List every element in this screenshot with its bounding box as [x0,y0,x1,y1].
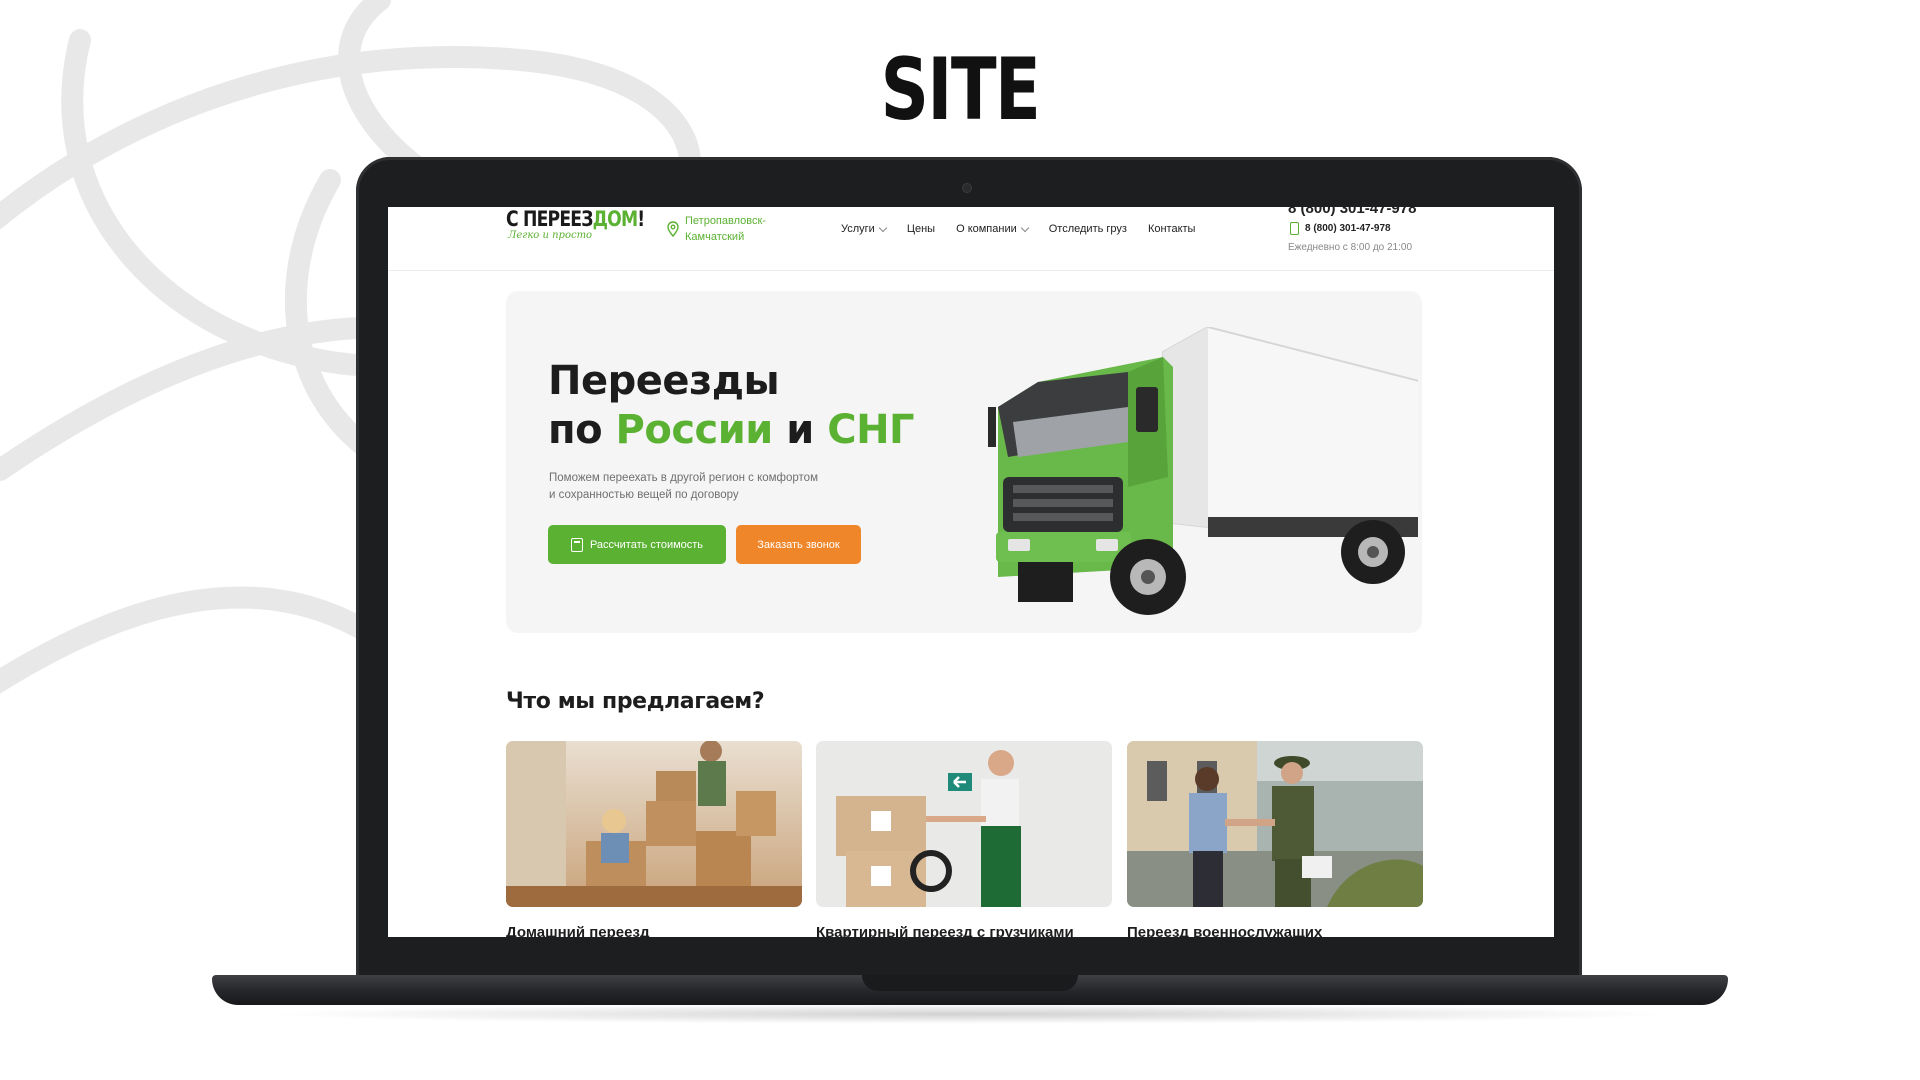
site-logo[interactable]: С ПЕРЕЕЗДОМ! Легко и просто [506,207,675,241]
logo-tagline: Легко и просто [508,230,593,241]
truck-image [988,327,1418,615]
services-heading: Что мы предлагаем? [506,689,765,714]
hero-subtitle: Поможем переехать в другой регион с комф… [549,472,818,501]
location-selector[interactable]: Петропавловск- Камчатский [667,213,785,245]
service-card-military-move[interactable]: Переезд военнослужащих [1127,741,1423,937]
phone-secondary[interactable]: 8 (800) 301-47-978 [1290,222,1416,235]
request-call-button[interactable]: Заказать звонок [736,525,861,564]
card-title: Домашний переезд [506,924,650,937]
phone-icon [1290,222,1299,235]
calculator-icon [570,537,583,552]
nav-about[interactable]: О компании [956,223,1029,235]
laptop-notch [862,975,1078,991]
service-card-home-move[interactable]: Домашний переезд [506,740,802,937]
chevron-down-icon [878,223,888,232]
camera-icon [963,184,971,192]
phone-main[interactable]: 8 (800) 301-47-978 [1288,207,1416,217]
site-header: С ПЕРЕЕЗДОМ! Легко и просто Петропавловс… [388,207,1554,271]
nav-contacts[interactable]: Контакты [1148,223,1196,235]
working-hours: Ежедневно с 8:00 до 21:00 [1288,242,1413,253]
nav-services[interactable]: Услуги [841,223,888,235]
military-move-image [1127,741,1423,907]
hero-title: Переезды по России и СНГ [548,358,915,453]
calculate-cost-button[interactable]: Рассчитать стоимость [548,525,726,564]
nav-track-cargo[interactable]: Отследить груз [1049,223,1127,235]
nav-prices[interactable]: Цены [907,223,935,235]
chevron-down-icon [1020,223,1029,232]
service-card-apartment-move[interactable]: Квартирный переезд с грузчиками [816,741,1112,937]
showcase-title: SITE [880,40,1041,140]
laptop-shadow [260,1004,1680,1024]
home-move-image [506,740,802,907]
apartment-move-image [816,741,1112,907]
header-contact: 8 (800) 301-47-978 8 (800) 301-47-978 Еж… [1288,207,1416,253]
card-title: Квартирный переезд с грузчиками [816,924,1074,937]
location-pin-icon [667,221,679,237]
laptop-screen: С ПЕРЕЕЗДОМ! Легко и просто Петропавловс… [388,207,1554,937]
card-title: Переезд военнослужащих [1127,924,1323,937]
location-city: Петропавловск- Камчатский [685,215,766,243]
main-nav: Услуги Цены О компании Отследить груз Ко… [841,223,1195,235]
logo-wordmark: С ПЕРЕЕЗДОМ! [506,207,645,231]
